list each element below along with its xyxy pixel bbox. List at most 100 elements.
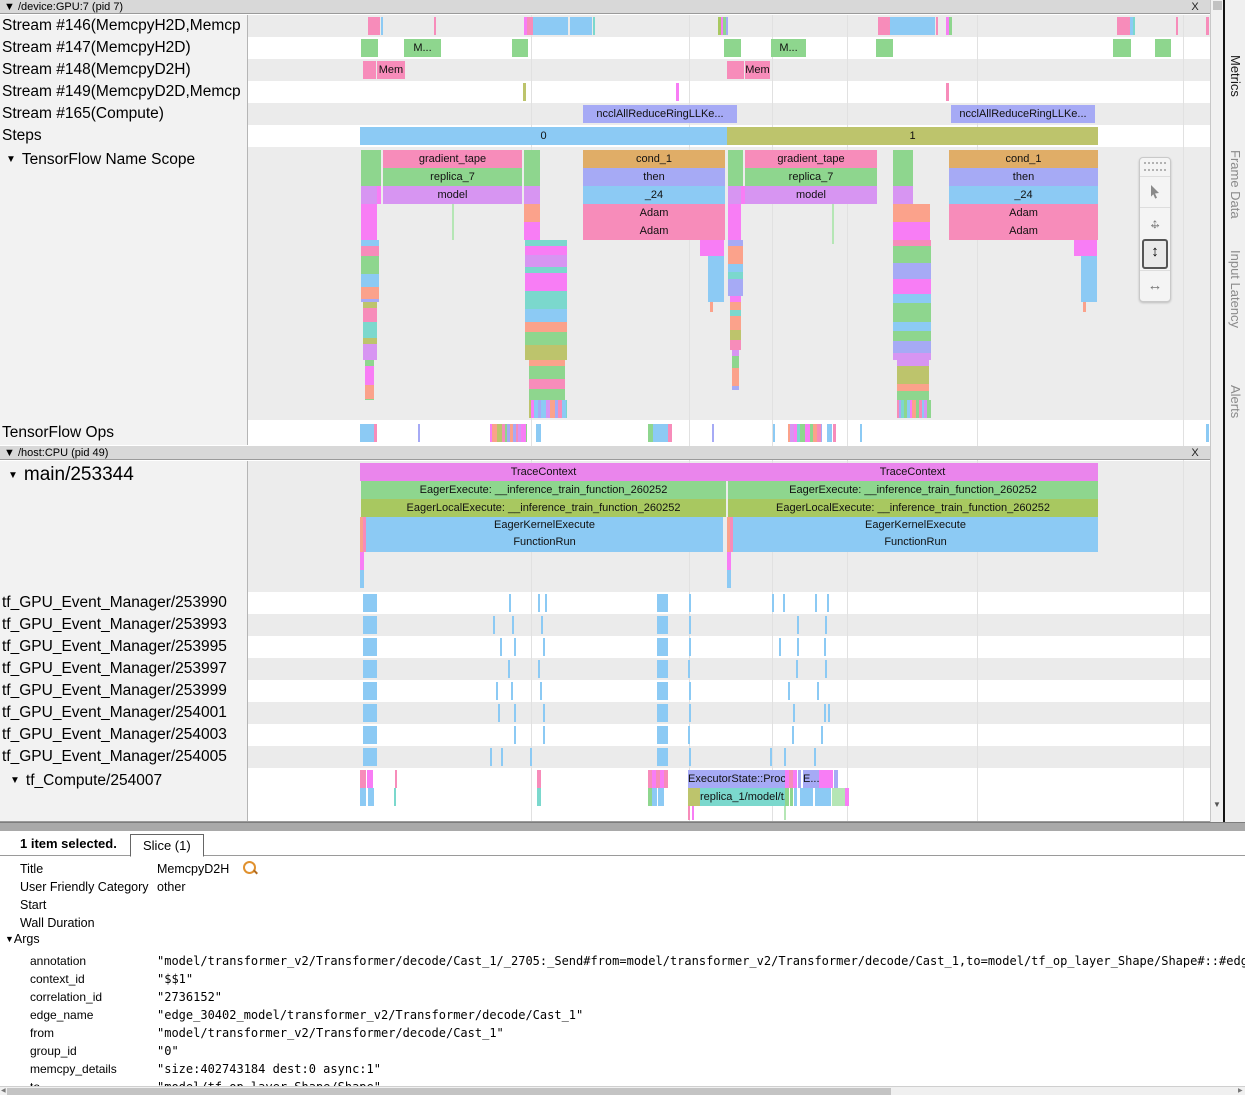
flame-segment[interactable] xyxy=(893,322,931,331)
flame-segment[interactable] xyxy=(730,316,741,330)
flame-segment[interactable] xyxy=(730,340,741,350)
trace-event[interactable] xyxy=(814,748,816,766)
trace-event[interactable] xyxy=(890,17,935,35)
trace-event[interactable] xyxy=(593,17,595,35)
trace-event[interactable] xyxy=(657,594,668,612)
trace-event[interactable] xyxy=(824,638,826,656)
trace-event[interactable] xyxy=(815,788,831,806)
trace-event[interactable] xyxy=(496,682,498,700)
trace-event[interactable] xyxy=(545,594,547,612)
trace-event-executorstate-process[interactable]: ExecutorState::Process xyxy=(688,770,785,788)
trace-event[interactable] xyxy=(361,222,377,240)
gpu-section-header[interactable]: ▼ /device:GPU:7 (pid 7) X xyxy=(0,0,1210,14)
trace-event[interactable] xyxy=(530,748,532,766)
trace-event[interactable] xyxy=(538,594,540,612)
trace-event[interactable] xyxy=(727,570,731,588)
flame-segment[interactable] xyxy=(529,366,565,379)
trace-event[interactable] xyxy=(363,638,377,656)
trace-event[interactable] xyxy=(657,638,668,656)
trace-event-0[interactable]: 0 xyxy=(360,127,727,145)
trace-event[interactable] xyxy=(700,240,724,256)
trace-event[interactable] xyxy=(524,186,540,204)
trace-event[interactable] xyxy=(524,150,540,168)
trace-event[interactable] xyxy=(796,660,798,678)
trace-event-e[interactable]: E... xyxy=(803,770,819,788)
trace-event[interactable] xyxy=(1081,256,1097,302)
trace-event-cond-1[interactable]: cond_1 xyxy=(949,150,1098,168)
host-section-close-icon[interactable]: X xyxy=(1188,446,1202,460)
trace-event[interactable] xyxy=(657,660,668,678)
flame-segment[interactable] xyxy=(728,272,743,279)
flame-segment[interactable] xyxy=(732,386,739,390)
trace-event[interactable] xyxy=(500,638,502,656)
trace-event-replica-1-model-t[interactable]: replica_1/model/t... xyxy=(700,788,785,806)
flame-segment[interactable] xyxy=(361,274,379,287)
trace-event[interactable] xyxy=(1206,424,1209,442)
trace-event[interactable] xyxy=(537,770,541,788)
trace-event[interactable] xyxy=(825,660,827,678)
trace-event[interactable] xyxy=(772,594,774,612)
trace-event[interactable] xyxy=(798,770,801,788)
trace-timeline[interactable]: M...M...MemMemncclAllReduceRingLLKe...nc… xyxy=(0,0,1210,822)
trace-event[interactable] xyxy=(452,204,454,240)
trace-event-ncclallreduceringllke[interactable]: ncclAllReduceRingLLKe... xyxy=(951,105,1095,123)
trace-event[interactable] xyxy=(832,204,834,244)
trace-event[interactable] xyxy=(512,616,514,634)
trace-event[interactable] xyxy=(893,204,930,222)
trace-event[interactable] xyxy=(794,788,797,806)
trace-event[interactable] xyxy=(512,39,528,57)
trace-event[interactable] xyxy=(860,424,862,442)
trace-event-eagerlocalexecute-inference-train-fu[interactable]: EagerLocalExecute: __inference_train_fun… xyxy=(361,499,726,517)
flame-segment[interactable] xyxy=(893,353,931,360)
trace-event[interactable] xyxy=(493,616,495,634)
trace-event[interactable] xyxy=(363,616,377,634)
trace-event[interactable] xyxy=(689,594,691,612)
sidebar-tab-alerts[interactable]: Alerts xyxy=(1228,385,1243,418)
trace-event[interactable] xyxy=(363,594,377,612)
trace-event[interactable] xyxy=(541,616,543,634)
trace-event-eagerexecute-inference-train-functio[interactable]: EagerExecute: __inference_train_function… xyxy=(728,481,1098,499)
trace-event[interactable] xyxy=(543,704,545,722)
flame-segment[interactable] xyxy=(893,279,931,294)
trace-event[interactable] xyxy=(653,424,668,442)
trace-event-model[interactable]: model xyxy=(383,186,522,204)
trace-event-replica-7[interactable]: replica_7 xyxy=(745,168,877,186)
flame-segment[interactable] xyxy=(728,264,743,272)
flame-stripe[interactable] xyxy=(927,400,931,418)
collapse-arrow-icon[interactable]: ▼ xyxy=(5,934,14,944)
trace-event[interactable] xyxy=(876,39,893,57)
trace-event[interactable] xyxy=(688,726,690,744)
collapse-arrow-icon[interactable]: ▼ xyxy=(10,775,20,786)
trace-event[interactable] xyxy=(657,726,668,744)
trace-event[interactable] xyxy=(543,726,545,744)
trace-event[interactable] xyxy=(949,17,952,35)
trace-event[interactable] xyxy=(363,61,376,79)
trace-event[interactable] xyxy=(395,770,397,788)
trace-event[interactable] xyxy=(381,17,383,35)
trace-event[interactable] xyxy=(1155,39,1171,57)
trace-event[interactable] xyxy=(689,638,691,656)
trace-event[interactable] xyxy=(508,660,510,678)
panel-splitter[interactable] xyxy=(0,822,1245,831)
trace-event[interactable] xyxy=(652,788,657,806)
trace-event[interactable] xyxy=(692,806,694,820)
trace-event[interactable] xyxy=(668,424,672,442)
trace-event[interactable] xyxy=(893,150,913,168)
trace-event[interactable] xyxy=(845,788,849,806)
trace-event-ncclallreduceringllke[interactable]: ncclAllReduceRingLLKe... xyxy=(583,105,737,123)
flame-segment[interactable] xyxy=(897,391,929,400)
track-label-tf-compute-254007[interactable]: ▼tf_Compute/254007 xyxy=(10,770,256,792)
trace-event[interactable] xyxy=(827,424,832,442)
zoom-tool-button[interactable]: ↕ xyxy=(1142,239,1168,269)
trace-event[interactable] xyxy=(360,770,366,788)
trace-event[interactable] xyxy=(361,168,381,186)
trace-event[interactable] xyxy=(361,186,377,204)
trace-event-mem[interactable]: Mem xyxy=(377,61,405,79)
trace-event[interactable] xyxy=(361,150,381,168)
trace-event[interactable] xyxy=(361,39,378,57)
trace-event-adam[interactable]: Adam xyxy=(583,204,725,222)
trace-event[interactable] xyxy=(1113,39,1131,57)
trace-event[interactable] xyxy=(825,616,827,634)
trace-event[interactable] xyxy=(689,616,691,634)
trace-event[interactable] xyxy=(893,168,913,186)
